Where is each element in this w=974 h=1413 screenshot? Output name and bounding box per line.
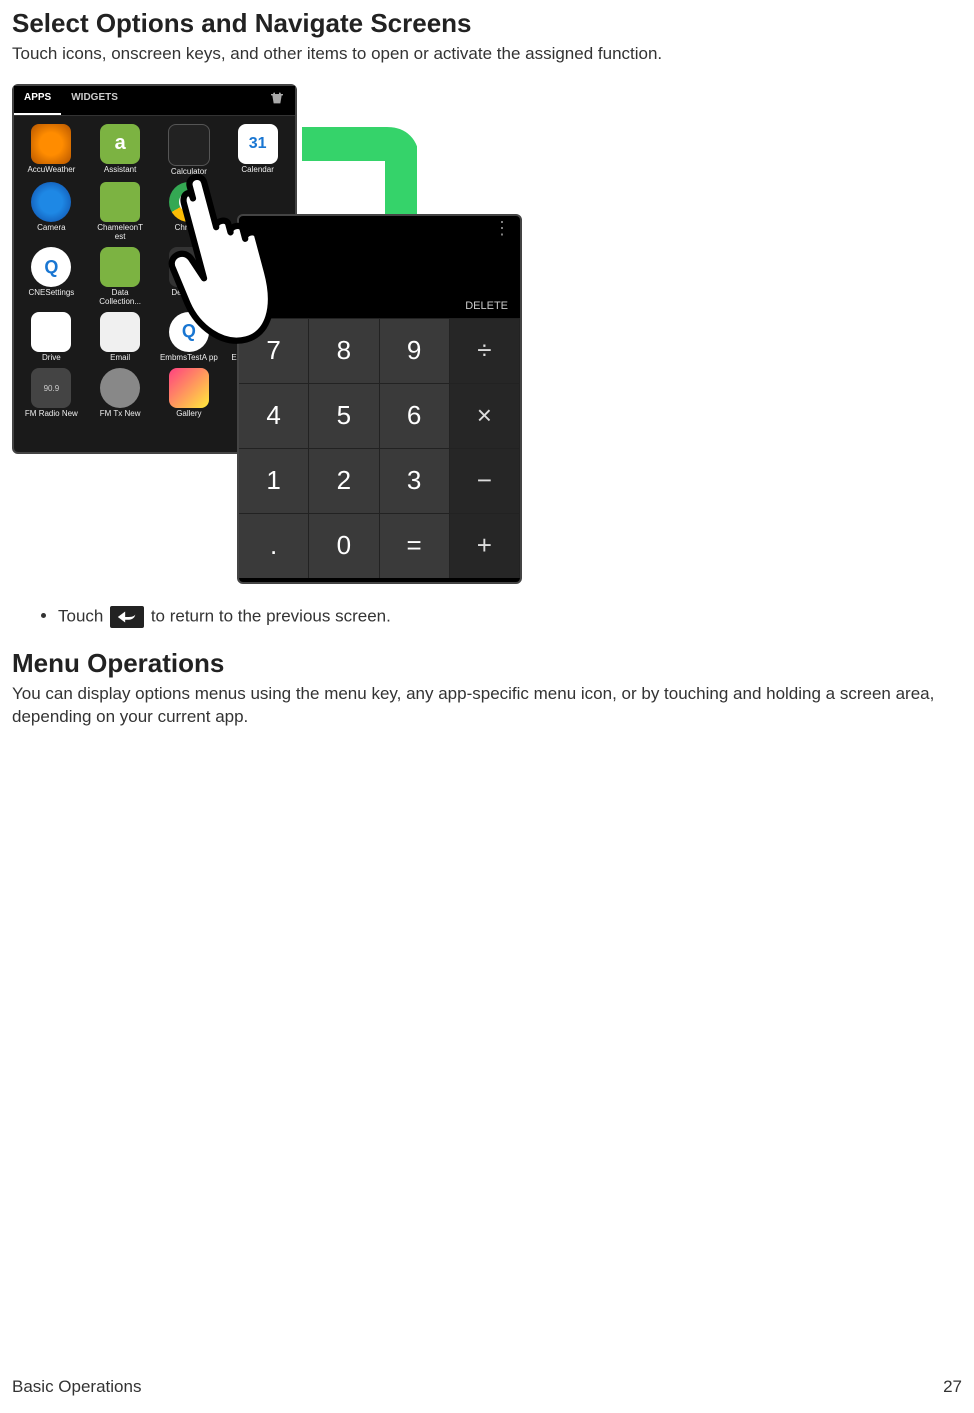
app-fmtx[interactable]: FM Tx New — [89, 368, 152, 418]
app-data[interactable]: Data Collection... — [89, 247, 152, 306]
app-label: Assistant — [104, 166, 136, 174]
back-icon — [110, 606, 144, 628]
app-label: AccuWeather — [27, 166, 75, 174]
key-6[interactable]: 6 — [380, 383, 450, 448]
key-3[interactable]: 3 — [380, 448, 450, 513]
app-email[interactable]: Email — [89, 312, 152, 362]
key-÷[interactable]: ÷ — [450, 318, 520, 383]
app-assistant[interactable]: a Assistant — [89, 124, 152, 176]
delete-button[interactable]: DELETE — [465, 300, 508, 312]
footer-page-number: 27 — [943, 1377, 962, 1397]
app-label: CNESettings — [28, 289, 74, 297]
app-label: Drive — [42, 354, 61, 362]
section-title-select-options: Select Options and Navigate Screens — [12, 8, 962, 39]
key-+[interactable]: + — [450, 513, 520, 578]
key-2[interactable]: 2 — [309, 448, 379, 513]
section-title-menu-operations: Menu Operations — [12, 648, 962, 679]
key-=[interactable]: = — [380, 513, 450, 578]
key-5[interactable]: 5 — [309, 383, 379, 448]
app-label: Camera — [37, 224, 65, 232]
app-fmradio[interactable]: 90.9 FM Radio New — [20, 368, 83, 418]
key-0[interactable]: 0 — [309, 513, 379, 578]
cne-icon: Q — [31, 247, 71, 287]
bullet-back: Touch to return to the previous screen. — [58, 606, 962, 628]
bullet-back-pre: Touch — [58, 606, 108, 625]
app-label: Gallery — [176, 410, 201, 418]
bullet-back-post: to return to the previous screen. — [146, 606, 391, 625]
app-label: FM Radio New — [25, 410, 78, 418]
app-cne[interactable]: Q CNESettings — [20, 247, 83, 306]
calc-keypad: 789÷456×123−.0=+ — [239, 318, 520, 578]
app-label: Data Collection... — [91, 289, 149, 306]
tab-widgets[interactable]: WIDGETS — [61, 86, 128, 115]
drive-icon — [31, 312, 71, 352]
camera-icon — [31, 182, 71, 222]
app-label: Email — [110, 354, 130, 362]
accuweather-icon — [31, 124, 71, 164]
key-1[interactable]: 1 — [239, 448, 309, 513]
assistant-icon: a — [100, 124, 140, 164]
bullet-list: Touch to return to the previous screen. — [12, 606, 962, 628]
section1-intro: Touch icons, onscreen keys, and other it… — [12, 43, 962, 66]
app-camera[interactable]: Camera — [20, 182, 83, 241]
app-accuweather[interactable]: AccuWeather — [20, 124, 83, 176]
section2-body: You can display options menus using the … — [12, 683, 962, 729]
apps-tabs: APPS WIDGETS — [14, 86, 295, 116]
app-label: FM Tx New — [100, 410, 141, 418]
key-.[interactable]: . — [239, 513, 309, 578]
key-4[interactable]: 4 — [239, 383, 309, 448]
email-icon — [100, 312, 140, 352]
app-gallery[interactable]: Gallery — [158, 368, 221, 418]
figure-touch-navigate: APPS WIDGETS AccuWeatheraAssistantCalcul… — [12, 84, 532, 594]
app-drive[interactable]: Drive — [20, 312, 83, 362]
footer-section: Basic Operations — [12, 1377, 141, 1397]
key-9[interactable]: 9 — [380, 318, 450, 383]
fmtx-icon — [100, 368, 140, 408]
tab-apps[interactable]: APPS — [14, 86, 61, 115]
fmradio-icon: 90.9 — [31, 368, 71, 408]
key-−[interactable]: − — [450, 448, 520, 513]
page-footer: Basic Operations 27 — [12, 1377, 962, 1397]
key-×[interactable]: × — [450, 383, 520, 448]
data-icon — [100, 247, 140, 287]
shop-icon[interactable] — [259, 86, 295, 115]
overflow-menu-icon[interactable]: ⋮ — [493, 218, 512, 239]
